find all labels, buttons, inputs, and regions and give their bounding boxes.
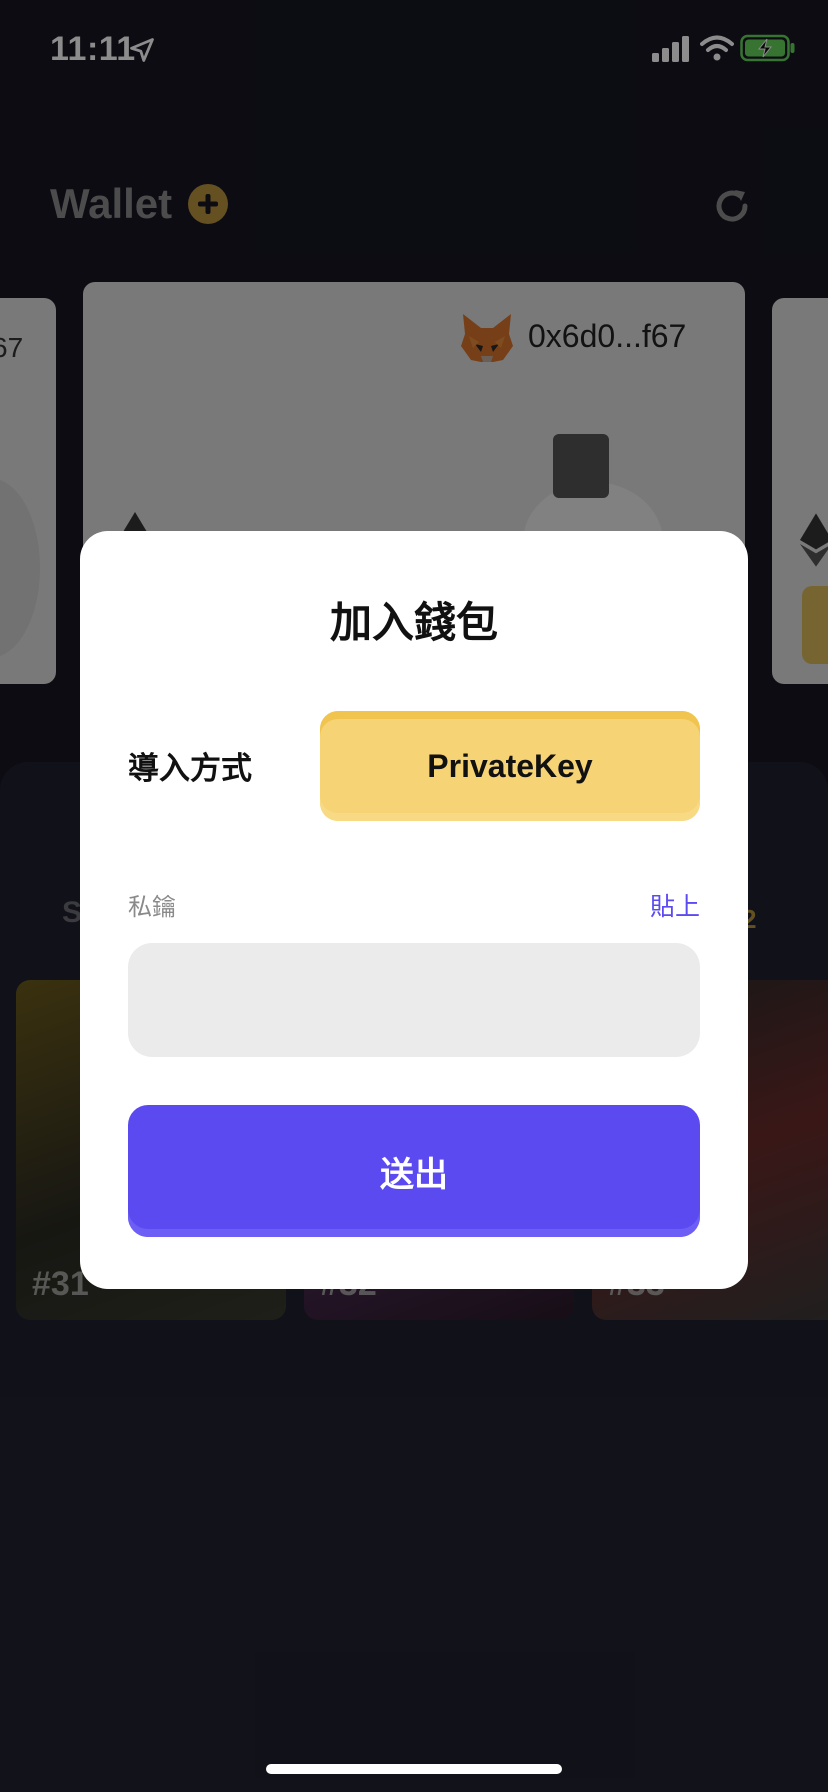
home-indicator[interactable] (266, 1764, 562, 1774)
private-key-label: 私鑰 (128, 894, 176, 921)
dialog-title: 加入錢包 (329, 599, 498, 646)
import-method-label: 導入方式 (128, 751, 252, 786)
paste-button[interactable]: 貼上 (650, 887, 700, 923)
submit-button[interactable]: 送出 (128, 1105, 700, 1237)
private-key-input[interactable] (128, 943, 700, 1057)
import-method-select[interactable]: PrivateKey (320, 711, 700, 821)
add-wallet-dialog: 加入錢包 導入方式 PrivateKey 私鑰 貼上 送出 (80, 531, 748, 1289)
wallet-screen: 11:11 Wallet 67 (0, 0, 828, 1792)
